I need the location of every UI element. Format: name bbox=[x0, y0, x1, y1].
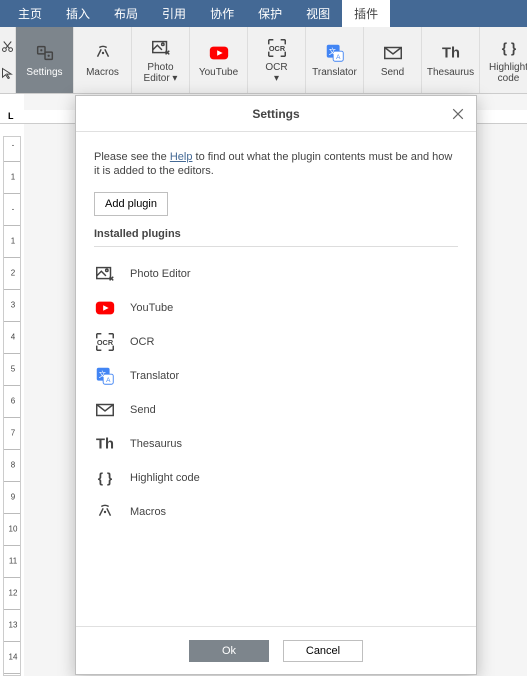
menu-tab-6[interactable]: 视图 bbox=[294, 0, 342, 27]
ok-button[interactable]: Ok bbox=[189, 640, 269, 662]
youtube-icon bbox=[208, 42, 230, 64]
ocr-icon bbox=[94, 331, 116, 353]
send-icon bbox=[94, 399, 116, 421]
thesaurus-icon bbox=[94, 433, 116, 455]
help-link[interactable]: Help bbox=[170, 151, 193, 163]
plugin-label: Send bbox=[130, 404, 156, 416]
menu-tab-0[interactable]: 主页 bbox=[6, 0, 54, 27]
plugin-row-macros[interactable]: Macros bbox=[94, 495, 458, 529]
translator-icon bbox=[324, 42, 346, 64]
plugin-row-send[interactable]: Send bbox=[94, 393, 458, 427]
translator-icon bbox=[94, 365, 116, 387]
plugin-row-thesaurus[interactable]: Thesaurus bbox=[94, 427, 458, 461]
dialog-footer: Ok Cancel bbox=[76, 626, 476, 674]
installed-plugins-header: Installed plugins bbox=[94, 228, 458, 247]
dialog-body: Please see the Help to find out what the… bbox=[76, 132, 476, 626]
plugin-label: Thesaurus bbox=[130, 438, 182, 450]
plugin-list: Photo Editor YouTube OCR Translator Send Thes… bbox=[94, 257, 458, 529]
plugin-row-highlight[interactable]: Highlight code bbox=[94, 461, 458, 495]
plugin-label: Highlight code bbox=[130, 472, 200, 484]
plugin-label: Macros bbox=[130, 506, 166, 518]
plugin-label: YouTube bbox=[130, 302, 173, 314]
cut-icon[interactable] bbox=[0, 39, 15, 54]
ribbon-buttons: SettingsMacrosPhotoEditor ▾YouTubeOCR▾Tr… bbox=[16, 27, 527, 93]
plugin-row-youtube[interactable]: YouTube bbox=[94, 291, 458, 325]
highlight-icon bbox=[498, 37, 520, 59]
ribbon-macros[interactable]: Macros bbox=[74, 27, 132, 93]
plugin-label: Translator bbox=[130, 370, 179, 382]
plugin-label: Photo Editor bbox=[130, 268, 191, 280]
thesaurus-icon bbox=[440, 42, 462, 64]
macros-icon bbox=[94, 501, 116, 523]
dialog-intro: Please see the Help to find out what the… bbox=[94, 150, 458, 178]
close-button[interactable] bbox=[450, 106, 466, 122]
ribbon-mini-tools bbox=[0, 27, 16, 93]
dialog-titlebar: Settings bbox=[76, 96, 476, 132]
send-icon bbox=[382, 42, 404, 64]
menu-tab-5[interactable]: 保护 bbox=[246, 0, 294, 27]
menu-tab-2[interactable]: 布局 bbox=[102, 0, 150, 27]
settings-icon bbox=[34, 42, 56, 64]
youtube-icon bbox=[94, 297, 116, 319]
plugin-row-ocr[interactable]: OCR bbox=[94, 325, 458, 359]
ribbon: SettingsMacrosPhotoEditor ▾YouTubeOCR▾Tr… bbox=[0, 27, 527, 94]
ocr-icon bbox=[266, 37, 288, 59]
ribbon-highlight[interactable]: Highlightcode bbox=[480, 27, 527, 93]
settings-dialog: Settings Please see the Help to find out… bbox=[75, 95, 477, 675]
ribbon-send[interactable]: Send bbox=[364, 27, 422, 93]
highlight-icon bbox=[94, 467, 116, 489]
menu-tab-3[interactable]: 引用 bbox=[150, 0, 198, 27]
cursor-select-icon[interactable] bbox=[0, 66, 15, 81]
close-icon bbox=[450, 106, 466, 122]
ribbon-ocr[interactable]: OCR▾ bbox=[248, 27, 306, 93]
plugin-row-photo[interactable]: Photo Editor bbox=[94, 257, 458, 291]
photo-icon bbox=[94, 263, 116, 285]
ribbon-thesaurus[interactable]: Thesaurus bbox=[422, 27, 480, 93]
ribbon-photo-editor[interactable]: PhotoEditor ▾ bbox=[132, 27, 190, 93]
menu-tab-7[interactable]: 插件 bbox=[342, 0, 390, 27]
plugin-row-translator[interactable]: Translator bbox=[94, 359, 458, 393]
add-plugin-button[interactable]: Add plugin bbox=[94, 192, 168, 216]
ribbon-translator[interactable]: Translator bbox=[306, 27, 364, 93]
ribbon-settings[interactable]: Settings bbox=[16, 27, 74, 93]
plugin-label: OCR bbox=[130, 336, 154, 348]
menu-tab-1[interactable]: 插入 bbox=[54, 0, 102, 27]
vertical-ruler: -1-1234567891011121314 bbox=[3, 136, 21, 676]
photo-editor-icon bbox=[150, 37, 172, 59]
menu-bar: 主页插入布局引用协作保护视图插件 bbox=[0, 0, 527, 27]
ribbon-youtube[interactable]: YouTube bbox=[190, 27, 248, 93]
macros-icon bbox=[92, 42, 114, 64]
dialog-title: Settings bbox=[252, 107, 299, 121]
ruler-mark: L bbox=[8, 111, 14, 121]
cancel-button[interactable]: Cancel bbox=[283, 640, 363, 662]
menu-tab-4[interactable]: 协作 bbox=[198, 0, 246, 27]
